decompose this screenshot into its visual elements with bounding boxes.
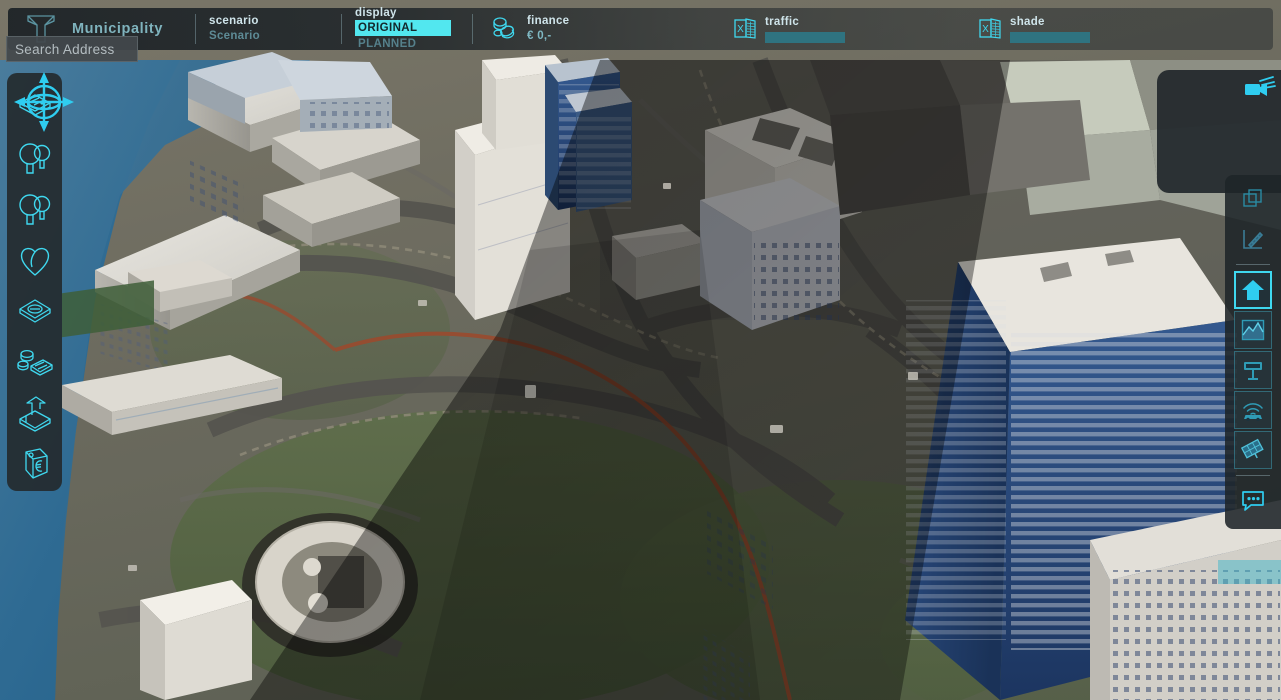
finance-value: € 0,-: [527, 29, 569, 44]
search-address-input[interactable]: [6, 36, 138, 62]
euro-tag-icon: [16, 446, 54, 484]
measure-ruler-icon: [1241, 227, 1265, 251]
terrain-layer-button[interactable]: [1234, 311, 1272, 349]
sidebar-item-pricing[interactable]: [12, 439, 58, 490]
top-header-bar: Municipality scenario Scenario display O…: [8, 8, 1273, 50]
measure-button[interactable]: [1234, 220, 1272, 258]
kpi-traffic-label: traffic: [765, 15, 968, 30]
chat-bubble-icon: [1240, 489, 1266, 513]
trees-outline-icon: [15, 140, 55, 178]
kpi-shade-bar: [1010, 32, 1090, 43]
solar-panel-icon: [1241, 438, 1265, 462]
scenario-label: scenario: [209, 14, 259, 29]
display-option-original[interactable]: ORIGINAL: [355, 20, 451, 36]
map-viewport[interactable]: [0, 0, 1281, 700]
house-icon: [1241, 278, 1265, 302]
rail-divider: [1236, 475, 1270, 476]
solar-layer-button[interactable]: [1234, 431, 1272, 469]
sidebar-item-ground-layer[interactable]: [12, 286, 58, 337]
layer-disc-icon: [15, 296, 55, 328]
app-title: Municipality: [72, 21, 163, 37]
sidebar-item-budget[interactable]: [12, 337, 58, 388]
svg-text:X: X: [737, 24, 744, 35]
smart-traffic-layer-button[interactable]: [1234, 391, 1272, 429]
display-option-planned[interactable]: PLANNED: [355, 36, 419, 52]
3d-navigation-gizmo-icon[interactable]: [10, 68, 78, 134]
sidebar-item-trees[interactable]: [12, 133, 58, 184]
upload-box-icon: [14, 395, 56, 433]
kpi-traffic-bar-fill: [765, 32, 845, 43]
billboard-icon: [1241, 358, 1265, 382]
duplicate-button[interactable]: [1234, 180, 1272, 218]
trees-solid-icon: [15, 191, 55, 229]
rail-divider: [1236, 264, 1270, 265]
kpi-traffic-bar: [765, 32, 845, 43]
display-mode-selector[interactable]: display ORIGINAL PLANNED: [342, 8, 472, 50]
city-3d-render[interactable]: [0, 0, 1281, 700]
left-tool-rail: [7, 73, 62, 491]
finance-indicator[interactable]: finance € 0,-: [473, 8, 723, 50]
comments-button[interactable]: [1234, 482, 1272, 520]
car-wifi-icon: [1240, 398, 1266, 422]
signage-layer-button[interactable]: [1234, 351, 1272, 389]
display-label: display: [355, 6, 397, 20]
svg-text:X: X: [982, 24, 989, 35]
scenario-selector[interactable]: scenario Scenario: [196, 8, 341, 50]
heart-icon: [16, 242, 54, 280]
sidebar-item-import[interactable]: [12, 388, 58, 439]
kpi-shade[interactable]: X shade: [968, 8, 1213, 50]
spreadsheet-x-icon: X: [733, 16, 759, 42]
sidebar-item-greenery[interactable]: [12, 184, 58, 235]
finance-label: finance: [527, 14, 569, 29]
terrain-icon: [1241, 318, 1265, 342]
flying-camera-icon[interactable]: [1242, 75, 1276, 103]
money-stack-icon: [14, 345, 56, 381]
kpi-shade-bar-fill: [1010, 32, 1090, 43]
sidebar-item-favorites[interactable]: [12, 235, 58, 286]
kpi-shade-label: shade: [1010, 15, 1213, 30]
kpi-traffic[interactable]: X traffic: [723, 8, 968, 50]
coins-stack-icon: [489, 14, 519, 44]
right-tool-rail: [1225, 175, 1281, 529]
spreadsheet-x-icon: X: [978, 16, 1004, 42]
duplicate-icon: [1242, 188, 1264, 210]
scenario-value: Scenario: [209, 29, 260, 44]
buildings-layer-button[interactable]: [1234, 271, 1272, 309]
